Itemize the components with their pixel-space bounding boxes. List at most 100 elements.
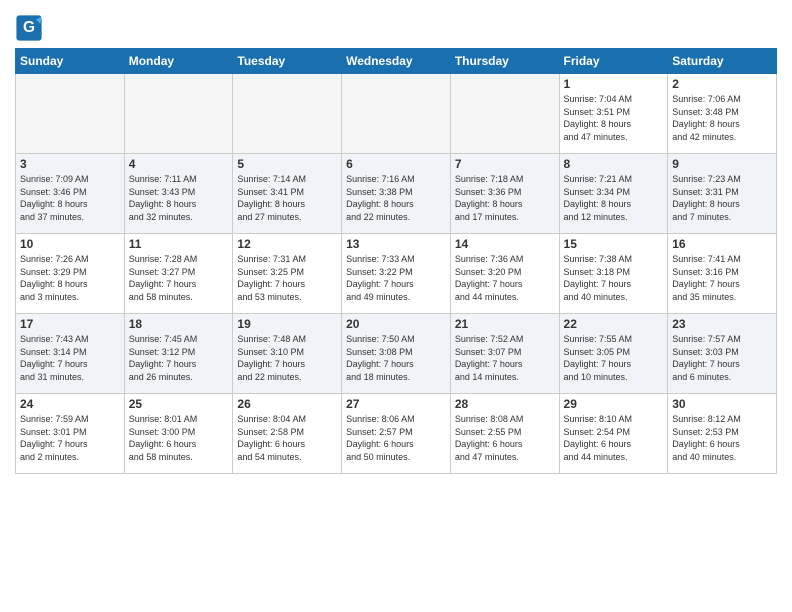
day-cell: 17 Sunrise: 7:43 AM Sunset: 3:14 PM Dayli… xyxy=(16,314,125,394)
day-number: 1 xyxy=(564,77,664,91)
day-info: Sunrise: 7:18 AM Sunset: 3:36 PM Dayligh… xyxy=(455,173,555,223)
day-number: 28 xyxy=(455,397,555,411)
day-number: 12 xyxy=(237,237,337,251)
day-info: Sunrise: 7:09 AM Sunset: 3:46 PM Dayligh… xyxy=(20,173,120,223)
day-info: Sunrise: 7:26 AM Sunset: 3:29 PM Dayligh… xyxy=(20,253,120,303)
day-info: Sunrise: 7:31 AM Sunset: 3:25 PM Dayligh… xyxy=(237,253,337,303)
day-info: Sunrise: 7:11 AM Sunset: 3:43 PM Dayligh… xyxy=(129,173,229,223)
day-cell: 27 Sunrise: 8:06 AM Sunset: 2:57 PM Dayli… xyxy=(342,394,451,474)
col-header-saturday: Saturday xyxy=(668,49,777,74)
day-number: 3 xyxy=(20,157,120,171)
day-cell: 11 Sunrise: 7:28 AM Sunset: 3:27 PM Dayli… xyxy=(124,234,233,314)
day-info: Sunrise: 7:06 AM Sunset: 3:48 PM Dayligh… xyxy=(672,93,772,143)
day-cell: 5Sunrise: 7:14 AM Sunset: 3:41 PM Daylig… xyxy=(233,154,342,234)
day-cell: 28 Sunrise: 8:08 AM Sunset: 2:55 PM Dayli… xyxy=(450,394,559,474)
day-cell xyxy=(124,74,233,154)
day-cell: 14 Sunrise: 7:36 AM Sunset: 3:20 PM Dayli… xyxy=(450,234,559,314)
col-header-friday: Friday xyxy=(559,49,668,74)
day-number: 9 xyxy=(672,157,772,171)
day-number: 7 xyxy=(455,157,555,171)
header: G xyxy=(15,10,777,42)
day-cell: 24 Sunrise: 7:59 AM Sunset: 3:01 PM Dayli… xyxy=(16,394,125,474)
day-number: 5 xyxy=(237,157,337,171)
day-cell: 19Sunrise: 7:48 AM Sunset: 3:10 PM Dayli… xyxy=(233,314,342,394)
day-cell: 3 Sunrise: 7:09 AM Sunset: 3:46 PM Daylig… xyxy=(16,154,125,234)
day-number: 4 xyxy=(129,157,229,171)
day-info: Sunrise: 8:08 AM Sunset: 2:55 PM Dayligh… xyxy=(455,413,555,463)
day-cell: 8Sunrise: 7:21 AM Sunset: 3:34 PM Daylig… xyxy=(559,154,668,234)
day-cell: 7 Sunrise: 7:18 AM Sunset: 3:36 PM Daylig… xyxy=(450,154,559,234)
logo: G xyxy=(15,14,47,42)
logo-icon: G xyxy=(15,14,43,42)
day-number: 14 xyxy=(455,237,555,251)
day-cell: 18 Sunrise: 7:45 AM Sunset: 3:12 PM Dayli… xyxy=(124,314,233,394)
day-info: Sunrise: 8:12 AM Sunset: 2:53 PM Dayligh… xyxy=(672,413,772,463)
day-number: 17 xyxy=(20,317,120,331)
day-cell: 30 Sunrise: 8:12 AM Sunset: 2:53 PM Dayli… xyxy=(668,394,777,474)
day-info: Sunrise: 7:59 AM Sunset: 3:01 PM Dayligh… xyxy=(20,413,120,463)
day-number: 30 xyxy=(672,397,772,411)
week-row-2: 3 Sunrise: 7:09 AM Sunset: 3:46 PM Daylig… xyxy=(16,154,777,234)
col-header-tuesday: Tuesday xyxy=(233,49,342,74)
day-number: 15 xyxy=(564,237,664,251)
day-number: 2 xyxy=(672,77,772,91)
day-number: 24 xyxy=(20,397,120,411)
day-cell: 4 Sunrise: 7:11 AM Sunset: 3:43 PM Daylig… xyxy=(124,154,233,234)
day-cell: 15 Sunrise: 7:38 AM Sunset: 3:18 PM Dayli… xyxy=(559,234,668,314)
day-cell: 26Sunrise: 8:04 AM Sunset: 2:58 PM Dayli… xyxy=(233,394,342,474)
day-number: 11 xyxy=(129,237,229,251)
day-info: Sunrise: 7:41 AM Sunset: 3:16 PM Dayligh… xyxy=(672,253,772,303)
day-info: Sunrise: 7:28 AM Sunset: 3:27 PM Dayligh… xyxy=(129,253,229,303)
day-cell xyxy=(16,74,125,154)
col-header-thursday: Thursday xyxy=(450,49,559,74)
day-number: 6 xyxy=(346,157,446,171)
day-cell: 1 Sunrise: 7:04 AM Sunset: 3:51 PM Daylig… xyxy=(559,74,668,154)
day-cell: 16Sunrise: 7:41 AM Sunset: 3:16 PM Dayli… xyxy=(668,234,777,314)
day-cell xyxy=(450,74,559,154)
day-cell: 2 Sunrise: 7:06 AM Sunset: 3:48 PM Daylig… xyxy=(668,74,777,154)
day-info: Sunrise: 7:04 AM Sunset: 3:51 PM Dayligh… xyxy=(564,93,664,143)
day-number: 27 xyxy=(346,397,446,411)
day-info: Sunrise: 7:23 AM Sunset: 3:31 PM Dayligh… xyxy=(672,173,772,223)
day-cell: 23 Sunrise: 7:57 AM Sunset: 3:03 PM Dayli… xyxy=(668,314,777,394)
day-info: Sunrise: 7:52 AM Sunset: 3:07 PM Dayligh… xyxy=(455,333,555,383)
day-cell: 12 Sunrise: 7:31 AM Sunset: 3:25 PM Dayli… xyxy=(233,234,342,314)
day-info: Sunrise: 7:16 AM Sunset: 3:38 PM Dayligh… xyxy=(346,173,446,223)
day-info: Sunrise: 8:10 AM Sunset: 2:54 PM Dayligh… xyxy=(564,413,664,463)
day-info: Sunrise: 7:43 AM Sunset: 3:14 PM Dayligh… xyxy=(20,333,120,383)
day-cell: 21Sunrise: 7:52 AM Sunset: 3:07 PM Dayli… xyxy=(450,314,559,394)
week-row-5: 24 Sunrise: 7:59 AM Sunset: 3:01 PM Dayli… xyxy=(16,394,777,474)
day-cell: 22 Sunrise: 7:55 AM Sunset: 3:05 PM Dayli… xyxy=(559,314,668,394)
day-info: Sunrise: 7:33 AM Sunset: 3:22 PM Dayligh… xyxy=(346,253,446,303)
day-number: 19 xyxy=(237,317,337,331)
day-cell xyxy=(233,74,342,154)
day-cell: 29 Sunrise: 8:10 AM Sunset: 2:54 PM Dayli… xyxy=(559,394,668,474)
day-number: 13 xyxy=(346,237,446,251)
day-info: Sunrise: 7:50 AM Sunset: 3:08 PM Dayligh… xyxy=(346,333,446,383)
day-number: 20 xyxy=(346,317,446,331)
day-number: 29 xyxy=(564,397,664,411)
day-number: 18 xyxy=(129,317,229,331)
day-info: Sunrise: 7:38 AM Sunset: 3:18 PM Dayligh… xyxy=(564,253,664,303)
day-number: 23 xyxy=(672,317,772,331)
day-number: 22 xyxy=(564,317,664,331)
day-info: Sunrise: 7:55 AM Sunset: 3:05 PM Dayligh… xyxy=(564,333,664,383)
week-row-4: 17 Sunrise: 7:43 AM Sunset: 3:14 PM Dayli… xyxy=(16,314,777,394)
calendar-table: SundayMondayTuesdayWednesdayThursdayFrid… xyxy=(15,48,777,474)
day-info: Sunrise: 7:21 AM Sunset: 3:34 PM Dayligh… xyxy=(564,173,664,223)
week-row-1: 1 Sunrise: 7:04 AM Sunset: 3:51 PM Daylig… xyxy=(16,74,777,154)
day-cell: 10Sunrise: 7:26 AM Sunset: 3:29 PM Dayli… xyxy=(16,234,125,314)
col-header-monday: Monday xyxy=(124,49,233,74)
day-info: Sunrise: 8:01 AM Sunset: 3:00 PM Dayligh… xyxy=(129,413,229,463)
day-info: Sunrise: 8:06 AM Sunset: 2:57 PM Dayligh… xyxy=(346,413,446,463)
day-cell: 9 Sunrise: 7:23 AM Sunset: 3:31 PM Daylig… xyxy=(668,154,777,234)
day-info: Sunrise: 7:45 AM Sunset: 3:12 PM Dayligh… xyxy=(129,333,229,383)
day-info: Sunrise: 7:57 AM Sunset: 3:03 PM Dayligh… xyxy=(672,333,772,383)
main-container: G SundayMondayTuesdayWednesdayThursdayFr… xyxy=(0,0,792,484)
day-cell xyxy=(342,74,451,154)
day-cell: 25Sunrise: 8:01 AM Sunset: 3:00 PM Dayli… xyxy=(124,394,233,474)
day-cell: 6 Sunrise: 7:16 AM Sunset: 3:38 PM Daylig… xyxy=(342,154,451,234)
col-header-sunday: Sunday xyxy=(16,49,125,74)
day-info: Sunrise: 7:36 AM Sunset: 3:20 PM Dayligh… xyxy=(455,253,555,303)
day-cell: 13 Sunrise: 7:33 AM Sunset: 3:22 PM Dayli… xyxy=(342,234,451,314)
